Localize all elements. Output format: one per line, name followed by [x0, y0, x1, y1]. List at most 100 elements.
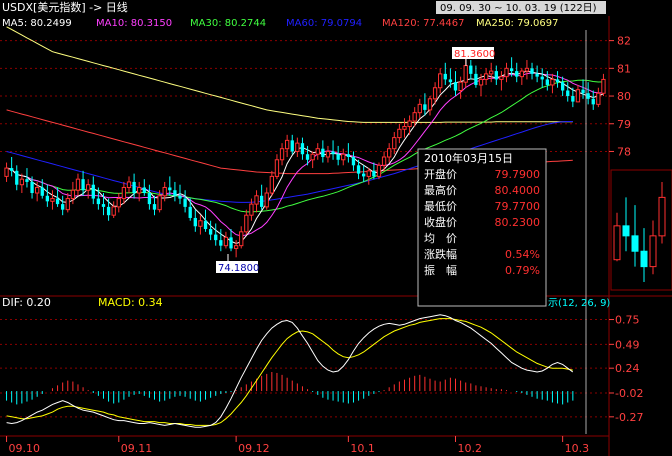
candle[interactable]: [203, 209, 208, 232]
candle[interactable]: [397, 123, 402, 144]
candle[interactable]: [524, 60, 530, 80]
candle[interactable]: [198, 215, 203, 235]
candle[interactable]: [596, 87, 601, 108]
candle[interactable]: [4, 162, 9, 182]
candle[interactable]: [208, 220, 213, 241]
candle[interactable]: [560, 76, 565, 97]
candle[interactable]: [453, 71, 458, 97]
candle[interactable]: [423, 93, 427, 116]
candle[interactable]: [173, 181, 177, 202]
stock-chart[interactable]: USDX[美元指数] -> 日线 09. 09. 30 ~ 10. 03. 19…: [0, 0, 672, 456]
candle[interactable]: [469, 60, 473, 80]
candle[interactable]: [65, 193, 70, 213]
candle[interactable]: [504, 62, 509, 83]
candle[interactable]: [443, 62, 447, 85]
candle[interactable]: [264, 187, 269, 210]
candle[interactable]: [223, 231, 229, 249]
info-row-label: 最高价: [424, 183, 457, 197]
candle[interactable]: [499, 71, 504, 91]
candle[interactable]: [458, 76, 463, 99]
candle-body: [336, 154, 340, 160]
candle[interactable]: [152, 195, 157, 216]
candle[interactable]: [392, 132, 397, 155]
candle-body: [203, 220, 208, 230]
candle[interactable]: [279, 143, 285, 166]
candle[interactable]: [566, 82, 570, 102]
candle[interactable]: [336, 145, 340, 166]
candle[interactable]: [591, 90, 595, 110]
candle[interactable]: [229, 229, 233, 252]
candle[interactable]: [75, 173, 81, 196]
candle[interactable]: [188, 198, 192, 221]
candle-body: [219, 240, 223, 246]
candle-body: [30, 181, 34, 194]
candle[interactable]: [366, 168, 371, 185]
candle[interactable]: [351, 151, 356, 171]
candle[interactable]: [601, 73, 606, 97]
candle[interactable]: [91, 176, 95, 205]
candle[interactable]: [183, 190, 187, 213]
candle[interactable]: [586, 82, 590, 105]
candle[interactable]: [325, 145, 331, 163]
candle[interactable]: [290, 134, 294, 155]
candle[interactable]: [575, 84, 581, 103]
candle[interactable]: [550, 73, 555, 94]
candle[interactable]: [269, 170, 274, 196]
candle[interactable]: [214, 223, 218, 246]
candle[interactable]: [519, 68, 524, 85]
candle[interactable]: [474, 65, 478, 88]
candle[interactable]: [321, 140, 325, 163]
candle[interactable]: [19, 173, 25, 194]
candle[interactable]: [274, 154, 280, 180]
candle[interactable]: [448, 68, 453, 88]
candle[interactable]: [254, 190, 259, 213]
candle[interactable]: [417, 98, 422, 119]
candle[interactable]: [219, 229, 223, 252]
candle[interactable]: [540, 68, 544, 88]
candle[interactable]: [387, 143, 392, 163]
candle[interactable]: [489, 62, 494, 83]
candle[interactable]: [121, 181, 127, 205]
candle[interactable]: [407, 115, 412, 135]
candle[interactable]: [530, 62, 534, 80]
candle[interactable]: [331, 140, 335, 160]
candle[interactable]: [315, 143, 320, 160]
candle[interactable]: [9, 157, 14, 177]
candle[interactable]: [427, 96, 433, 116]
candle[interactable]: [45, 184, 50, 207]
candle[interactable]: [376, 162, 382, 180]
candle[interactable]: [126, 176, 132, 194]
candle[interactable]: [545, 71, 549, 91]
macd-tick-label: 0.75: [615, 314, 640, 327]
candle[interactable]: [310, 151, 315, 169]
candle[interactable]: [15, 165, 19, 191]
candle[interactable]: [116, 193, 121, 213]
candle[interactable]: [61, 195, 65, 216]
candle[interactable]: [259, 184, 264, 210]
candle[interactable]: [555, 71, 560, 88]
candle[interactable]: [295, 137, 300, 157]
candle-body: [346, 154, 351, 157]
candle-body: [45, 195, 50, 202]
candle[interactable]: [239, 226, 244, 249]
candle[interactable]: [284, 134, 290, 157]
candle-body: [453, 82, 458, 91]
candle[interactable]: [483, 68, 489, 85]
candle[interactable]: [50, 190, 55, 210]
candle[interactable]: [244, 209, 249, 235]
symbol-title[interactable]: USDX[美元指数] -> 日线: [2, 0, 128, 14]
candle[interactable]: [515, 62, 519, 83]
candle[interactable]: [362, 165, 366, 182]
candle[interactable]: [193, 209, 197, 232]
candle[interactable]: [300, 137, 305, 160]
candle[interactable]: [106, 198, 111, 221]
candle[interactable]: [341, 148, 346, 166]
candle[interactable]: [111, 201, 116, 218]
candle[interactable]: [346, 143, 351, 163]
candle[interactable]: [402, 118, 407, 138]
candle[interactable]: [147, 184, 152, 210]
candle[interactable]: [142, 179, 146, 196]
candle-body: [331, 151, 335, 155]
candle[interactable]: [438, 68, 443, 94]
candle-body: [279, 148, 285, 161]
